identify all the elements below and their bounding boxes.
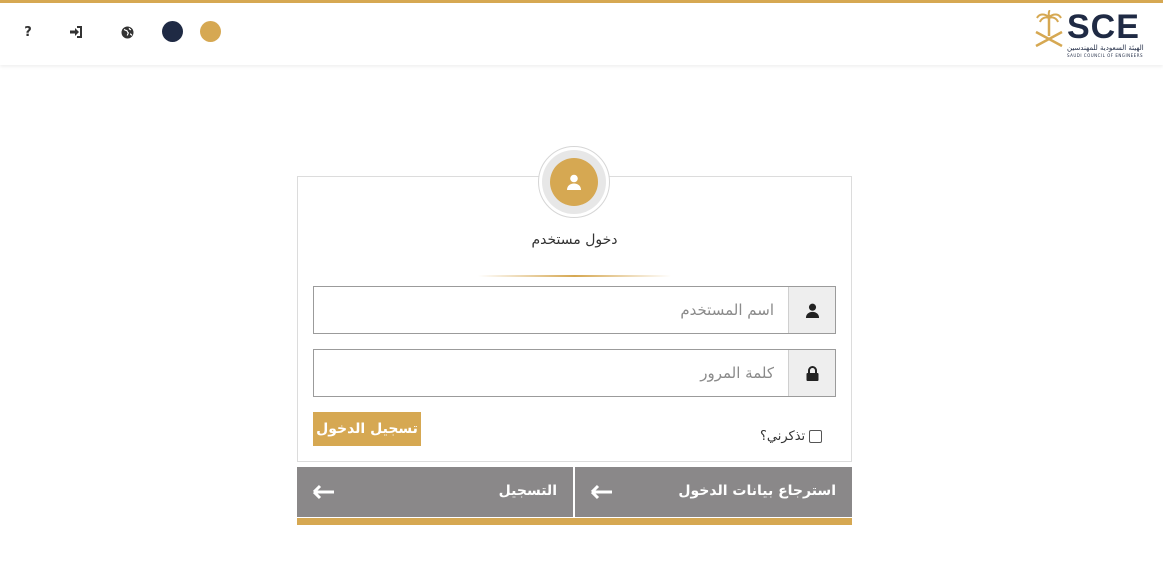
login-avatar-circle <box>550 158 598 206</box>
login-title: دخول مستخدم <box>531 232 618 248</box>
question-icon: ? <box>24 24 32 40</box>
login-submit-button[interactable]: تسجيل الدخول <box>313 412 421 446</box>
bottom-accent-bar <box>297 518 852 525</box>
sign-in-icon <box>69 26 82 38</box>
register-button[interactable]: التسجيل <box>297 467 573 517</box>
arrow-left-icon <box>591 484 612 500</box>
recover-credentials-label: استرجاع بيانات الدخول <box>678 483 836 499</box>
username-addon <box>788 287 835 333</box>
remember-me-checkbox[interactable] <box>809 429 823 443</box>
theme-gold-button[interactable] <box>200 21 221 42</box>
username-input[interactable] <box>314 287 788 333</box>
logo-wordmark: SCE <box>1067 8 1140 46</box>
password-addon <box>788 350 835 396</box>
theme-dark-button[interactable] <box>162 21 183 42</box>
recover-credentials-button[interactable]: استرجاع بيانات الدخول <box>575 467 852 517</box>
login-avatar <box>538 146 610 218</box>
password-field[interactable] <box>313 349 836 397</box>
register-label: التسجيل <box>498 483 557 499</box>
top-header: ? SCE الهيئة السعودية للمهندسين SAUDI CO… <box>0 3 1163 65</box>
arrow-left-icon <box>313 484 334 500</box>
sce-logo[interactable]: SCE الهيئة السعودية للمهندسين SAUDI COUN… <box>1033 8 1148 60</box>
globe-icon <box>121 26 133 38</box>
title-divider <box>478 275 671 277</box>
palm-swords-emblem-icon <box>1035 10 1063 48</box>
help-button[interactable]: ? <box>18 22 38 42</box>
sign-in-button[interactable] <box>66 22 86 42</box>
user-icon <box>567 174 581 190</box>
logo-subtitle-en: SAUDI COUNCIL OF ENGINEERS <box>1067 53 1144 58</box>
logo-subtitle-ar: الهيئة السعودية للمهندسين <box>1067 44 1144 52</box>
language-button[interactable] <box>117 22 137 42</box>
remember-me-label: تذكرني؟ <box>760 428 806 444</box>
user-icon <box>805 303 819 318</box>
password-input[interactable] <box>314 350 788 396</box>
username-field[interactable] <box>313 286 836 334</box>
remember-me[interactable]: تذكرني؟ <box>760 427 837 445</box>
lock-icon <box>806 365 818 381</box>
login-avatar-ring <box>542 150 606 214</box>
